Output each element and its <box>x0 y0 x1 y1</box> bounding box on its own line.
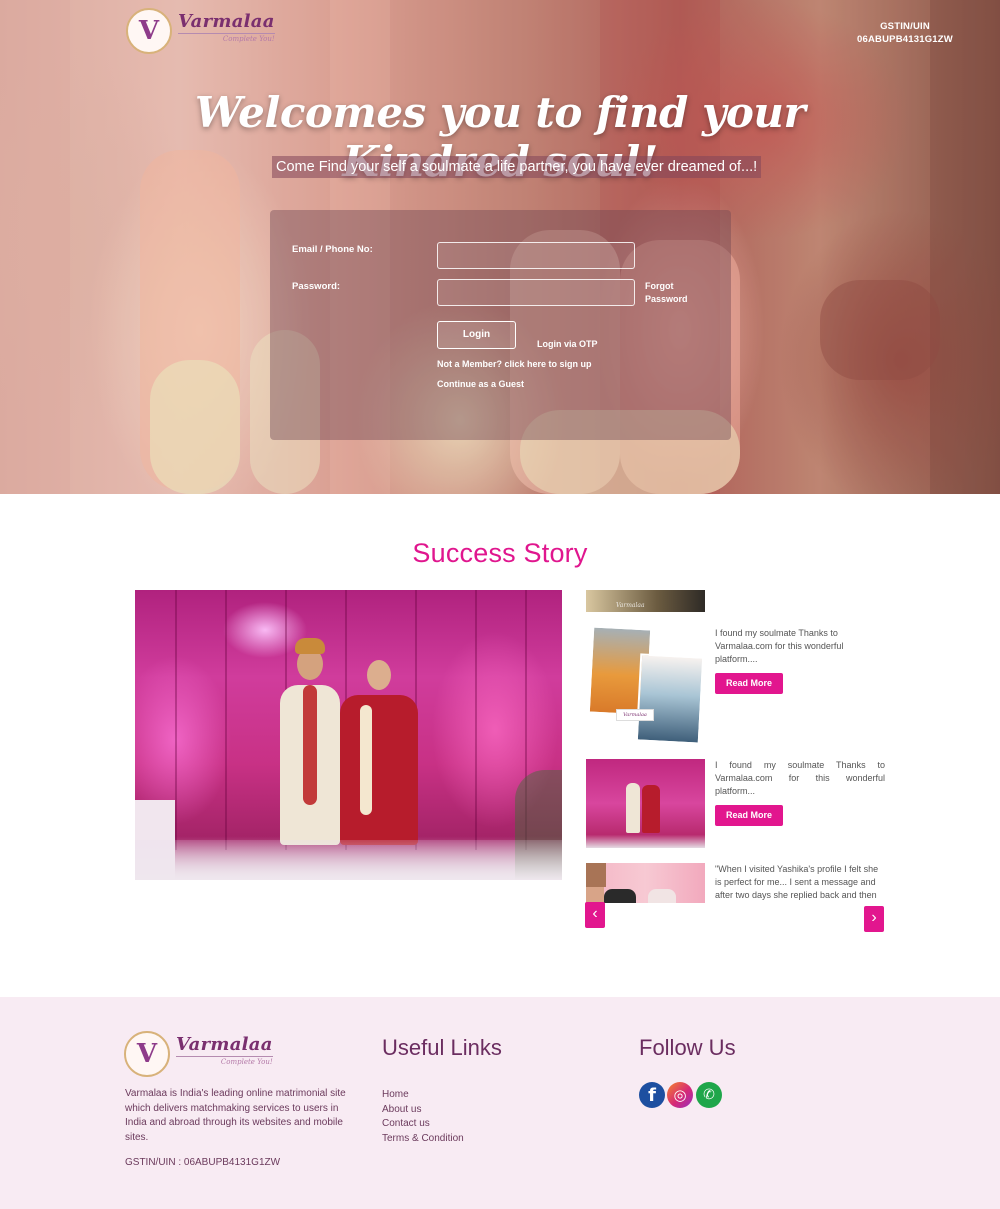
footer-link-contact[interactable]: Contact us <box>382 1117 464 1132</box>
footer-logo[interactable]: V Varmalaa Complete You! <box>124 1031 273 1077</box>
story-2-thumbnail[interactable] <box>586 759 705 848</box>
logo-tagline: Complete You! <box>222 35 275 43</box>
gstin-value: 06ABUPB4131G1ZW <box>857 34 953 45</box>
footer-link-home[interactable]: Home <box>382 1088 464 1103</box>
footer-gstin: GSTIN/UIN : 06ABUPB4131G1ZW <box>125 1157 281 1168</box>
thumb-watermark: Varmalaa <box>616 602 645 609</box>
footer-logo-tagline: Complete You! <box>220 1058 273 1066</box>
login-form: Email / Phone No: Password: Forgot Passw… <box>270 210 731 440</box>
forgot-password-link[interactable]: Forgot Password <box>645 280 705 306</box>
story-thumb-partial[interactable]: Varmalaa <box>586 590 705 612</box>
useful-links-list: Home About us Contact us Terms & Conditi… <box>382 1088 464 1146</box>
story-1-read-more-button[interactable]: Read More <box>715 673 783 694</box>
header-gstin: GSTIN/UIN 06ABUPB4131G1ZW <box>850 20 960 46</box>
carousel-next-button[interactable]: › <box>864 906 884 932</box>
email-field[interactable] <box>437 242 635 269</box>
instagram-icon[interactable]: ◎ <box>667 1082 693 1108</box>
gstin-label: GSTIN/UIN <box>880 21 930 32</box>
story-3-text: "When I visited Yashika's profile I felt… <box>715 864 879 900</box>
chevron-left-icon: ‹ <box>592 905 598 922</box>
footer-link-about[interactable]: About us <box>382 1103 464 1118</box>
story-2-text: I found my soulmate Thanks to Varmalaa.c… <box>715 760 885 796</box>
hero-banner: V Varmalaa Complete You! GSTIN/UIN 06ABU… <box>0 0 1000 494</box>
useful-links-heading: Useful Links <box>382 1035 502 1060</box>
story-2-read-more-button[interactable]: Read More <box>715 805 783 826</box>
story-3-thumbnail[interactable] <box>586 863 705 903</box>
success-story-main-photo <box>135 590 562 880</box>
chevron-right-icon: › <box>871 909 877 926</box>
login-otp-link[interactable]: Login via OTP <box>537 339 598 349</box>
hero-subtitle: Come Find your self a soulmate a life pa… <box>272 156 762 178</box>
signup-link[interactable]: Not a Member? click here to sign up <box>437 359 592 369</box>
password-field[interactable] <box>437 279 635 306</box>
footer-about-text: Varmalaa is India's leading online matri… <box>125 1088 346 1143</box>
carousel-prev-button[interactable]: ‹ <box>585 902 605 928</box>
logo-brand-name: Varmalaa <box>178 11 275 34</box>
login-button[interactable]: Login <box>437 321 516 349</box>
story-1-thumbnail[interactable]: Varmalaa <box>586 625 705 745</box>
password-label: Password: <box>292 281 341 292</box>
header-logo[interactable]: V Varmalaa Complete You! <box>126 8 275 54</box>
thumb-logo-stamp: Varmalaa <box>616 709 654 721</box>
footer-link-terms[interactable]: Terms & Condition <box>382 1132 464 1147</box>
footer: V Varmalaa Complete You! Varmalaa is Ind… <box>0 997 1000 1209</box>
email-label: Email / Phone No: <box>292 244 373 255</box>
facebook-icon[interactable]: f <box>639 1082 665 1108</box>
logo-badge: V <box>126 8 172 54</box>
story-1-text: I found my soulmate Thanks to Varmalaa.c… <box>715 628 844 664</box>
guest-link[interactable]: Continue as a Guest <box>437 379 524 389</box>
whatsapp-icon[interactable]: ✆ <box>696 1082 722 1108</box>
success-story-title: Success Story <box>412 538 588 568</box>
footer-logo-badge: V <box>124 1031 170 1077</box>
follow-us-heading: Follow Us <box>639 1035 736 1060</box>
footer-logo-brand-name: Varmalaa <box>176 1034 273 1057</box>
